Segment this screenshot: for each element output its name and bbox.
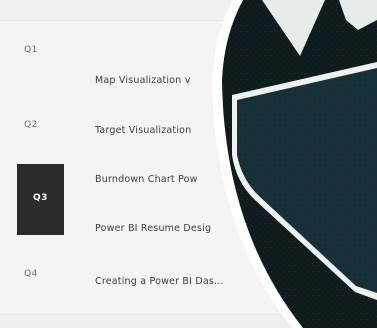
list-item-title-4[interactable]: Power BI Resume Desig <box>95 223 211 234</box>
list-top-divider <box>0 0 377 21</box>
list-item-title-2[interactable]: Target Visualization <box>95 125 191 136</box>
quarter-label-q2[interactable]: Q2 <box>17 120 45 130</box>
content-list-panel: Q1 Map Visualization v Q2 Target Visuali… <box>0 0 377 328</box>
quarter-tab-q3-active[interactable]: Q3 <box>17 164 64 235</box>
quarter-label-q1[interactable]: Q1 <box>17 45 45 55</box>
list-item-title-3[interactable]: Burndown Chart Pow <box>95 174 198 185</box>
list-item-title-5[interactable]: Creating a Power BI Das... <box>95 276 224 287</box>
quarter-label-q3: Q3 <box>33 193 48 203</box>
list-item-title-1[interactable]: Map Visualization v <box>95 75 191 86</box>
list-bottom-divider <box>0 313 377 328</box>
quarter-label-q4[interactable]: Q4 <box>17 269 45 279</box>
